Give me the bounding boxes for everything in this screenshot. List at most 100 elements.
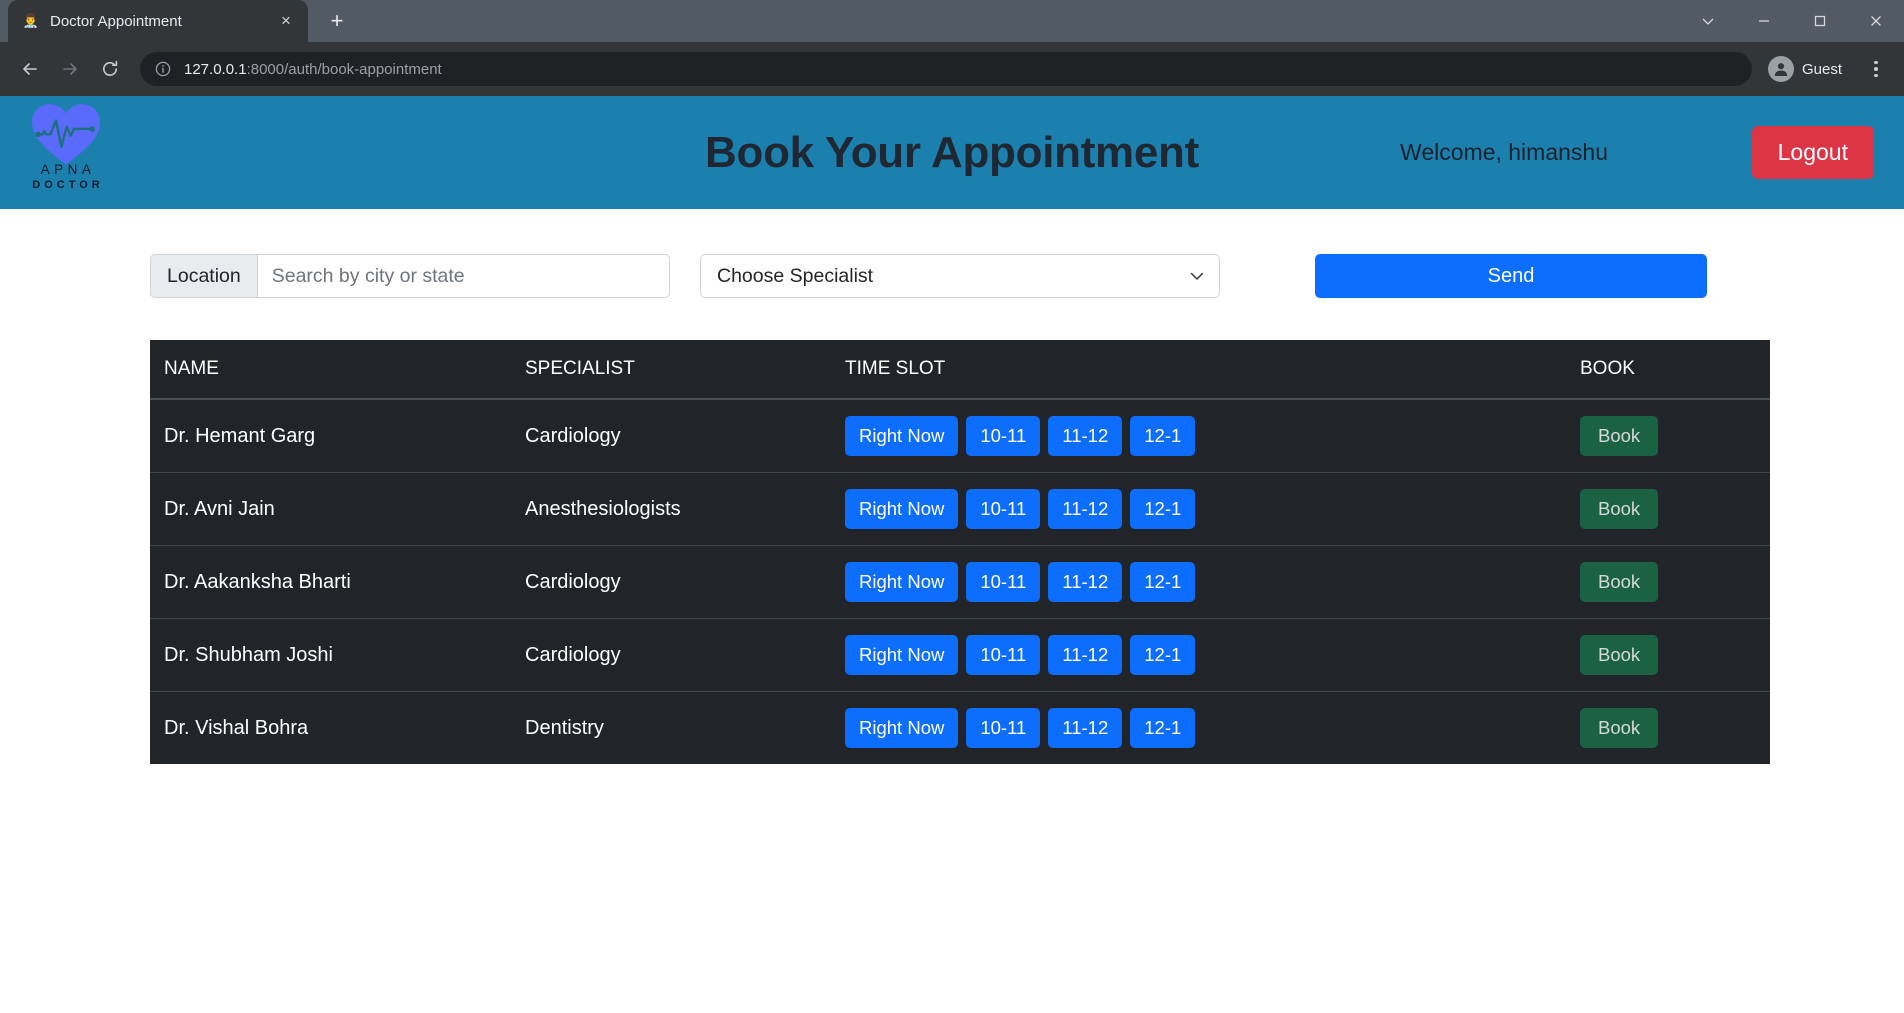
browser-chrome: 👨‍⚕ Doctor Appointment × +: [0, 0, 1904, 96]
location-search-group: Location: [150, 254, 670, 298]
doctor-specialist: Cardiology: [525, 399, 845, 473]
doctor-name: Dr. Aakanksha Bharti: [150, 545, 525, 619]
browser-toolbar: 127.0.0.1:8000/auth/book-appointment Gue…: [0, 42, 1904, 96]
book-cell: Book: [1580, 399, 1770, 473]
send-button[interactable]: Send: [1315, 254, 1707, 298]
time-slot-cell: Right Now 10-11 11-12 12-1: [845, 399, 1580, 473]
doctors-table: NAME SPECIALIST TIME SLOT BOOK Dr. Heman…: [150, 340, 1770, 764]
time-slot-group: Right Now 10-11 11-12 12-1: [845, 635, 1580, 675]
book-button[interactable]: Book: [1580, 635, 1659, 675]
time-slot-group: Right Now 10-11 11-12 12-1: [845, 708, 1580, 748]
time-slot-button[interactable]: 11-12: [1048, 635, 1123, 675]
table-body: Dr. Hemant Garg Cardiology Right Now 10-11 1…: [150, 399, 1770, 764]
time-slot-button[interactable]: Right Now: [845, 489, 959, 529]
time-slot-cell: Right Now 10-11 11-12 12-1: [845, 545, 1580, 619]
time-slot-button[interactable]: 10-11: [966, 708, 1041, 748]
doctor-name: Dr. Shubham Joshi: [150, 618, 525, 692]
doctors-table-container: NAME SPECIALIST TIME SLOT BOOK Dr. Heman…: [150, 340, 1770, 764]
profile-name: Guest: [1801, 60, 1842, 78]
book-button[interactable]: Book: [1580, 416, 1659, 456]
address-bar[interactable]: 127.0.0.1:8000/auth/book-appointment: [140, 52, 1752, 86]
table-row: Dr. Shubham Joshi Cardiology Right Now 10-1…: [150, 618, 1770, 692]
time-slot-button[interactable]: 10-11: [966, 635, 1041, 675]
profile-button[interactable]: Guest: [1764, 52, 1856, 86]
time-slot-button[interactable]: Right Now: [845, 635, 959, 675]
time-slot-group: Right Now 10-11 11-12 12-1: [845, 416, 1580, 456]
column-header-name: NAME: [150, 340, 525, 400]
book-button[interactable]: Book: [1580, 708, 1659, 748]
time-slot-button[interactable]: Right Now: [845, 416, 959, 456]
person-avatar-icon: [1767, 56, 1794, 82]
time-slot-cell: Right Now 10-11 11-12 12-1: [845, 618, 1580, 692]
browser-tab[interactable]: 👨‍⚕ Doctor Appointment ×: [8, 0, 308, 42]
time-slot-button[interactable]: 12-1: [1130, 635, 1196, 675]
time-slot-cell: Right Now 10-11 11-12 12-1: [845, 472, 1580, 546]
close-icon[interactable]: [1848, 0, 1904, 42]
book-button[interactable]: Book: [1580, 562, 1659, 602]
time-slot-button[interactable]: 12-1: [1130, 489, 1196, 529]
kebab-menu-icon[interactable]: [1860, 51, 1892, 87]
maximize-icon[interactable]: [1792, 0, 1848, 42]
reload-icon[interactable]: [92, 51, 128, 87]
new-tab-button[interactable]: +: [320, 4, 354, 38]
window-controls: [1680, 0, 1904, 42]
logout-button[interactable]: Logout: [1751, 126, 1874, 179]
time-slot-button[interactable]: 11-12: [1048, 416, 1123, 456]
time-slot-button[interactable]: 12-1: [1130, 708, 1196, 748]
book-cell: Book: [1580, 691, 1770, 764]
time-slot-button[interactable]: 11-12: [1048, 562, 1123, 602]
tab-title: Doctor Appointment: [50, 12, 182, 30]
welcome-message: Welcome, himanshu: [1400, 139, 1608, 165]
table-row: Dr. Aakanksha Bharti Cardiology Right Now 1…: [150, 545, 1770, 619]
specialist-select-wrap: Choose Specialist: [700, 254, 1220, 298]
time-slot-button[interactable]: 11-12: [1048, 489, 1123, 529]
info-circle-icon[interactable]: [154, 60, 172, 78]
time-slot-cell: Right Now 10-11 11-12 12-1: [845, 691, 1580, 764]
tab-strip: 👨‍⚕ Doctor Appointment × +: [0, 0, 1904, 42]
table-row: Dr. Avni Jain Anesthesiologists Right Now 1…: [150, 472, 1770, 546]
book-cell: Book: [1580, 472, 1770, 546]
book-cell: Book: [1580, 618, 1770, 692]
column-header-time-slot: TIME SLOT: [845, 340, 1580, 400]
time-slot-button[interactable]: 10-11: [966, 489, 1041, 529]
time-slot-button[interactable]: 12-1: [1130, 416, 1196, 456]
filter-bar: Location Choose Specialist Send: [150, 254, 1754, 298]
doctor-name: Dr. Vishal Bohra: [150, 691, 525, 764]
table-head: NAME SPECIALIST TIME SLOT BOOK: [150, 340, 1770, 400]
address-bar-url: 127.0.0.1:8000/auth/book-appointment: [184, 61, 442, 78]
logo-text-doctor: DOCTOR: [32, 179, 104, 191]
column-header-specialist: SPECIALIST: [525, 340, 845, 400]
page-title: Book Your Appointment: [705, 127, 1199, 177]
time-slot-group: Right Now 10-11 11-12 12-1: [845, 489, 1580, 529]
doctor-specialist: Dentistry: [525, 691, 845, 764]
close-tab-icon[interactable]: ×: [274, 9, 298, 33]
doctor-specialist: Anesthesiologists: [525, 472, 845, 546]
main-content: Location Choose Specialist Send NAME SPE…: [0, 254, 1904, 764]
time-slot-button[interactable]: Right Now: [845, 562, 959, 602]
doctor-specialist: Cardiology: [525, 618, 845, 692]
time-slot-group: Right Now 10-11 11-12 12-1: [845, 562, 1580, 602]
back-icon[interactable]: [12, 51, 48, 87]
time-slot-button[interactable]: 11-12: [1048, 708, 1123, 748]
time-slot-button[interactable]: 10-11: [966, 416, 1041, 456]
time-slot-button[interactable]: 10-11: [966, 562, 1041, 602]
time-slot-button[interactable]: 12-1: [1130, 562, 1196, 602]
table-header-row: NAME SPECIALIST TIME SLOT BOOK: [150, 340, 1770, 400]
location-label: Location: [150, 254, 257, 298]
doctor-specialist: Cardiology: [525, 545, 845, 619]
site-header: APNA DOCTOR Book Your Appointment Welcom…: [0, 96, 1904, 209]
book-button[interactable]: Book: [1580, 489, 1659, 529]
doctor-name: Dr. Avni Jain: [150, 472, 525, 546]
specialist-select[interactable]: Choose Specialist: [700, 254, 1220, 298]
minimize-icon[interactable]: [1736, 0, 1792, 42]
book-cell: Book: [1580, 545, 1770, 619]
url-host: 127.0.0.1: [184, 60, 247, 78]
forward-icon[interactable]: [52, 51, 88, 87]
chevron-down-icon[interactable]: [1680, 0, 1736, 42]
url-path: :8000/auth/book-appointment: [246, 60, 442, 78]
table-row: Dr. Hemant Garg Cardiology Right Now 10-11 1…: [150, 399, 1770, 473]
page-body: APNA DOCTOR Book Your Appointment Welcom…: [0, 96, 1904, 1013]
column-header-book: BOOK: [1580, 340, 1770, 400]
time-slot-button[interactable]: Right Now: [845, 708, 959, 748]
location-input[interactable]: [256, 254, 670, 298]
